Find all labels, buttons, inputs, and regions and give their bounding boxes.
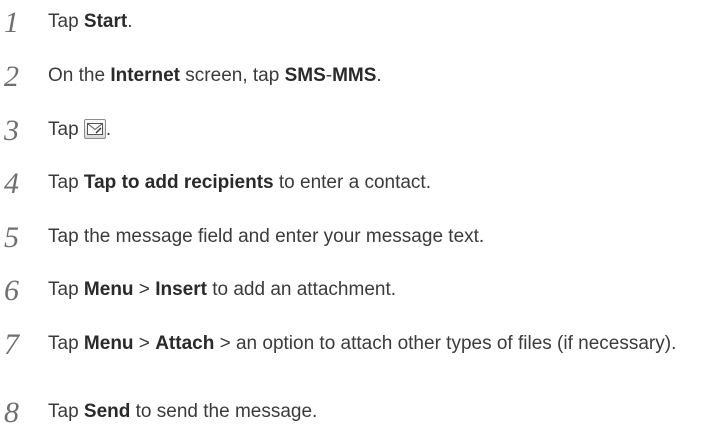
ui-term-menu: Menu [83, 333, 134, 354]
envelope-compose-icon [83, 119, 106, 139]
step-text: Tap the message field and enter your mes… [48, 226, 485, 247]
step-number: 1 [4, 6, 19, 39]
step-text: Tap Menu > Attach > an option to attach … [48, 333, 677, 354]
step-number: 4 [4, 167, 19, 200]
step-text: On the Internet screen, tap SMS-MMS. [48, 65, 382, 86]
ui-term-send: Send [83, 401, 131, 422]
step-number: 7 [4, 328, 19, 361]
ui-term-mms: MMS [332, 65, 377, 86]
ui-term-attach: Attach [155, 333, 215, 354]
step-number: 3 [4, 114, 19, 147]
ui-term-menu: Menu [83, 279, 134, 300]
step-number: 8 [4, 396, 19, 429]
step-number: 6 [4, 274, 19, 307]
ui-term-sms: SMS [284, 65, 326, 86]
ui-term-insert: Insert [155, 279, 207, 300]
ui-term-internet: Internet [110, 65, 181, 86]
ui-term-add-recipients: Tap to add recipients [83, 172, 274, 193]
ui-term-start: Start [83, 11, 128, 32]
step-text: Tap Start. [48, 11, 133, 32]
step-text: Tap Tap to add recipients to enter a con… [48, 172, 431, 193]
step-number: 2 [4, 60, 19, 93]
step-text: Tap Menu > Insert to add an attachment. [48, 279, 397, 300]
step-text: Tap Send to send the message. [48, 401, 318, 422]
step-number: 5 [4, 221, 19, 254]
step-text: Tap . [48, 119, 112, 140]
